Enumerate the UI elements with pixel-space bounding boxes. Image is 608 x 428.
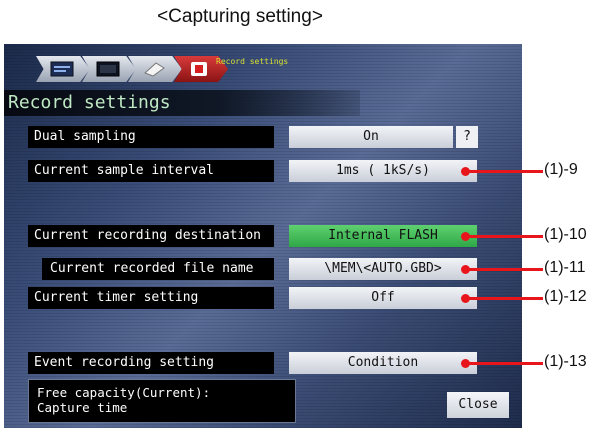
recorded-file-name-button[interactable]: \MEM\<AUTO.GBD>	[289, 258, 477, 280]
tab-document[interactable]	[128, 56, 182, 82]
free-capacity-label: Free capacity(Current):	[37, 385, 211, 400]
callout-ref-1-12: (1)-12	[544, 288, 587, 305]
tab-active-label: Record settings	[216, 57, 289, 66]
monitor-icon	[50, 61, 74, 77]
callout-ref-1-10: (1)-10	[544, 226, 587, 243]
event-recording-label: Event recording setting	[28, 352, 274, 374]
dual-sampling-button[interactable]: On	[289, 126, 453, 148]
callout-line	[465, 170, 543, 173]
free-capacity-info: Free capacity(Current): Capture time	[28, 379, 296, 423]
sample-interval-label: Current sample interval	[28, 160, 274, 182]
recorded-file-name-label: Current recorded file name	[42, 258, 274, 280]
sample-interval-button[interactable]: 1ms ( 1kS/s)	[289, 160, 477, 182]
capture-time-label: Capture time	[37, 400, 128, 415]
timer-setting-label: Current timer setting	[28, 287, 274, 309]
recording-destination-label: Current recording destination	[28, 225, 274, 247]
help-button[interactable]: ?	[456, 126, 478, 148]
document-icon	[144, 62, 165, 77]
callout-line	[465, 268, 543, 271]
display-icon	[96, 61, 120, 77]
callout-ref-1-11: (1)-11	[544, 259, 586, 276]
callout-line	[465, 235, 543, 238]
dual-sampling-label: Dual sampling	[28, 126, 274, 148]
tab-display[interactable]	[82, 56, 136, 82]
record-icon	[191, 62, 207, 76]
callout-ref-1-13: (1)-13	[544, 353, 587, 370]
figure-caption: <Capturing setting>	[157, 6, 323, 27]
close-button[interactable]: Close	[447, 392, 509, 418]
page-title: Record settings	[4, 90, 360, 116]
callout-line	[465, 297, 543, 300]
callout-ref-1-9: (1)-9	[544, 161, 578, 178]
event-recording-button[interactable]: Condition	[289, 352, 477, 374]
tab-monitor[interactable]	[36, 56, 90, 82]
recording-destination-button[interactable]: Internal FLASH	[289, 225, 477, 247]
callout-line	[465, 362, 543, 365]
device-screen: Record settings Record settings Dual sam…	[4, 44, 522, 428]
timer-setting-button[interactable]: Off	[289, 287, 477, 309]
